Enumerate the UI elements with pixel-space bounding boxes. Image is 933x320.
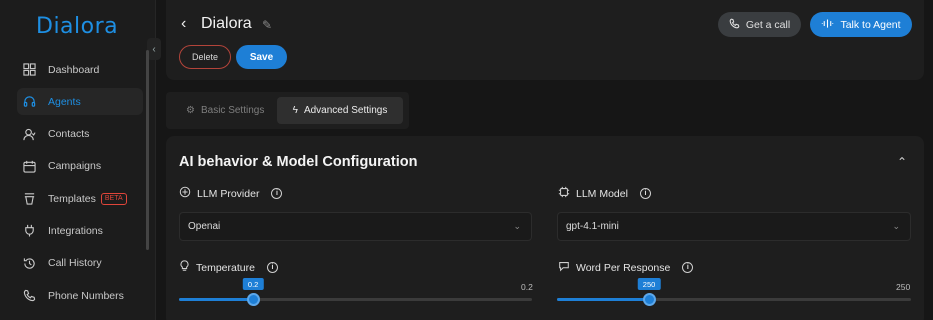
- sidebar-item-label: Contacts: [48, 128, 90, 141]
- sidebar: Dialora ‹ Dashboard Agents Contacts Camp…: [0, 0, 161, 320]
- headset-icon: [22, 95, 36, 109]
- word-per-response-max-label: 250: [896, 282, 911, 292]
- field-label-text: Temperature: [196, 261, 255, 274]
- collapse-sidebar-button[interactable]: ‹: [147, 38, 161, 60]
- voice-wave-icon: [821, 18, 834, 32]
- logo: Dialora: [36, 14, 119, 39]
- chevron-down-icon: ⌄: [892, 221, 900, 231]
- slider-value-tooltip: 250: [637, 278, 661, 290]
- sidebar-item-label: Templates: [48, 192, 96, 205]
- phone-icon: [729, 18, 740, 32]
- plug-icon: [22, 224, 36, 238]
- slider-thumb[interactable]: [643, 293, 657, 306]
- talk-to-agent-label: Talk to Agent: [840, 18, 901, 31]
- page-title: Dialora: [201, 15, 252, 32]
- chat-bubble-icon: [558, 260, 570, 275]
- chevron-down-icon: ⌄: [513, 221, 521, 231]
- talk-to-agent-button[interactable]: Talk to Agent: [810, 12, 912, 37]
- grid-icon: [22, 63, 36, 77]
- user-icon: [22, 127, 36, 141]
- phone-icon: [22, 289, 36, 303]
- sidebar-item-phone-numbers[interactable]: Phone Numbers: [17, 282, 143, 309]
- beta-badge: BETA: [100, 192, 127, 205]
- sidebar-item-label: Agents: [48, 95, 81, 108]
- sidebar-item-dashboard[interactable]: Dashboard: [17, 56, 143, 83]
- word-per-response-label: Word Per Response i: [558, 260, 694, 275]
- ai-behavior-card: AI behavior & Model Configuration ⌃ LLM …: [166, 136, 924, 320]
- info-icon[interactable]: i: [682, 262, 694, 273]
- slider-value-tooltip: 0.2: [242, 278, 264, 290]
- calendar-icon: [22, 159, 36, 173]
- sidebar-item-label: Integrations: [48, 224, 103, 237]
- slider-thumb[interactable]: [247, 293, 261, 306]
- info-icon[interactable]: i: [639, 188, 651, 199]
- selected-value: gpt-4.1-mini: [566, 221, 619, 232]
- selected-value: Openai: [188, 221, 221, 232]
- sidebar-item-templates[interactable]: Templates BETA: [17, 185, 143, 212]
- info-icon[interactable]: i: [266, 262, 278, 273]
- settings-tabs: ⚙ Basic Settings ϟ Advanced Settings: [166, 92, 409, 129]
- slider-fill: [179, 298, 254, 301]
- tab-label: Advanced Settings: [303, 105, 388, 116]
- section-title: AI behavior & Model Configuration: [179, 154, 418, 170]
- sidebar-item-contacts[interactable]: Contacts: [17, 121, 143, 148]
- history-icon: [22, 256, 36, 270]
- sidebar-item-agents[interactable]: Agents: [17, 88, 143, 116]
- field-label-text: LLM Model: [576, 187, 628, 200]
- save-button[interactable]: Save: [236, 45, 287, 69]
- lightbulb-icon: [179, 260, 190, 275]
- sidebar-item-integrations[interactable]: Integrations: [17, 217, 143, 244]
- lightning-icon: ϟ: [292, 105, 298, 116]
- sidebar-item-label: Campaigns: [48, 160, 102, 173]
- tab-label: Basic Settings: [200, 105, 265, 116]
- collapse-section-chevron-icon[interactable]: ⌃: [897, 155, 907, 169]
- chip-icon: [179, 186, 191, 201]
- sidebar-item-label: Dashboard: [48, 63, 100, 76]
- field-label-text: Word Per Response: [576, 261, 671, 274]
- llm-model-label: LLM Model i: [558, 186, 651, 201]
- llm-provider-select[interactable]: Openai ⌄: [179, 212, 532, 241]
- temperature-label: Temperature i: [179, 260, 278, 275]
- sidebar-scrollbar[interactable]: [146, 50, 149, 250]
- gear-icon: ⚙: [186, 105, 195, 116]
- slider-fill: [557, 298, 650, 301]
- sidebar-item-call-history[interactable]: Call History: [17, 250, 143, 277]
- info-icon[interactable]: i: [271, 188, 283, 199]
- llm-model-select[interactable]: gpt-4.1-mini ⌄: [557, 212, 911, 241]
- back-arrow-icon[interactable]: ‹: [181, 15, 186, 33]
- tab-basic-settings[interactable]: ⚙ Basic Settings: [186, 97, 264, 124]
- sidebar-item-label: Phone Numbers: [48, 289, 124, 302]
- sidebar-item-label: Call History: [48, 257, 102, 270]
- delete-button[interactable]: Delete: [179, 45, 231, 69]
- temperature-max-label: 0.2: [521, 282, 533, 292]
- get-a-call-label: Get a call: [745, 18, 791, 31]
- sidebar-item-campaigns[interactable]: Campaigns: [17, 153, 143, 180]
- chip-icon: [558, 186, 570, 201]
- temperature-slider[interactable]: 0.2: [179, 278, 532, 306]
- llm-provider-label: LLM Provider i: [179, 186, 283, 201]
- field-label-text: LLM Provider: [197, 187, 260, 200]
- get-a-call-button[interactable]: Get a call: [718, 12, 801, 37]
- edit-pencil-icon[interactable]: ✎: [262, 18, 272, 32]
- sidebar-nav: Dashboard Agents Contacts Campaigns Temp…: [17, 56, 143, 314]
- word-per-response-slider[interactable]: 250: [557, 278, 911, 306]
- agent-header: ‹ Dialora ✎ Delete Save Get a call Talk …: [166, 0, 924, 80]
- template-icon: [22, 192, 36, 206]
- tab-advanced-settings[interactable]: ϟ Advanced Settings: [277, 97, 403, 124]
